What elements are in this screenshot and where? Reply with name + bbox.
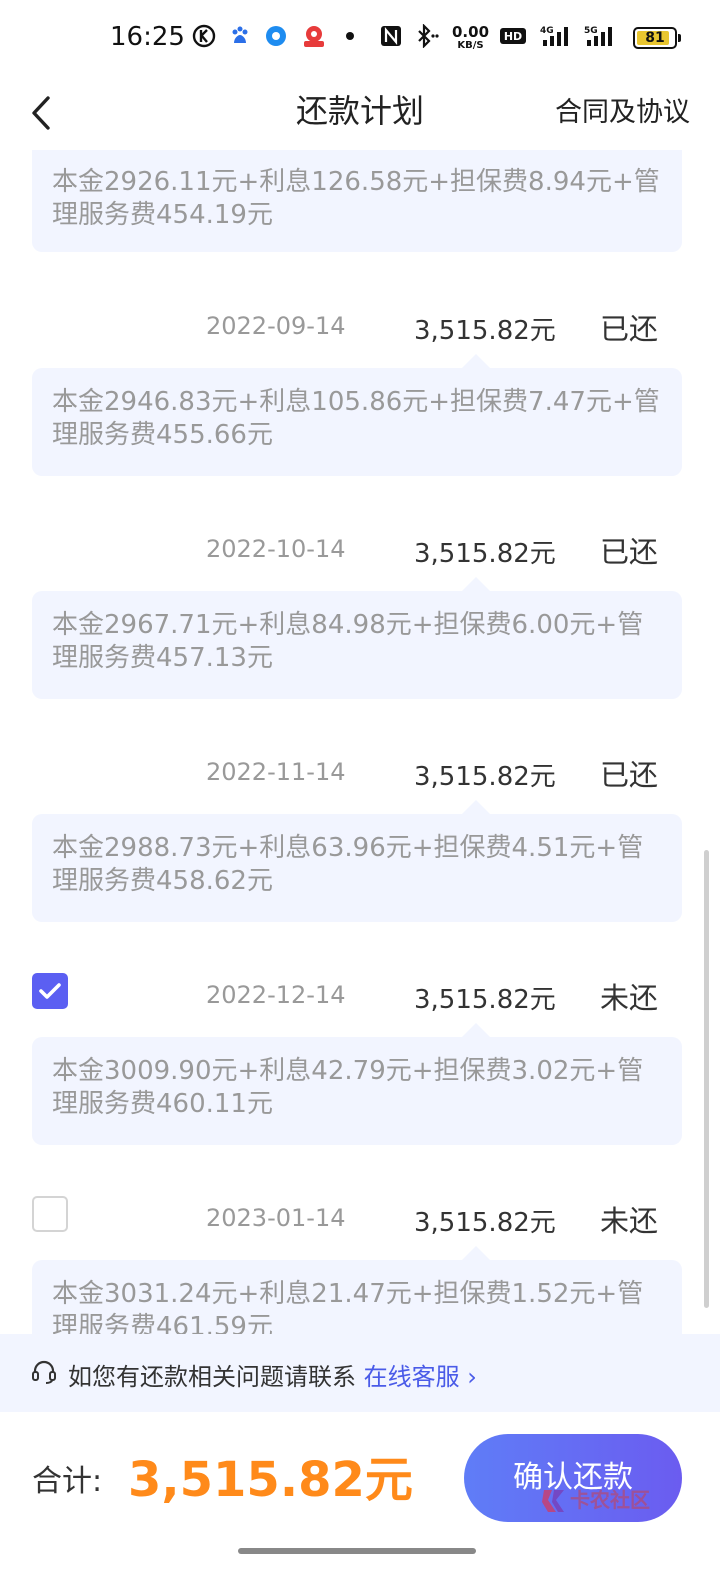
kanong-logo-icon [542, 1490, 564, 1512]
installment-status: 已还 [600, 758, 659, 792]
installment-row[interactable]: 2023-01-14 3,515.82元 未还 [0, 1192, 720, 1252]
chevron-right-icon: › [467, 1363, 477, 1391]
installment-status: 已还 [600, 312, 659, 346]
check-icon [39, 983, 61, 999]
nfc-icon [380, 24, 402, 52]
installment-detail: 本金2988.73元+利息63.96元+担保费4.51元+管理服务费458.62… [32, 814, 682, 922]
installment-detail: 本金2926.11元+利息126.58元+担保费8.94元+管理服务费454.1… [32, 150, 682, 252]
installment-status: 未还 [600, 1204, 659, 1238]
installment-status: 已还 [600, 535, 659, 569]
status-system-icons: 0.00 KB/S HD 4G 5G 81 [380, 23, 682, 52]
installment-checkbox[interactable] [32, 1196, 68, 1232]
installment-detail-text: 本金2946.83元+利息105.86元+担保费7.47元+管理服务费455.6… [52, 387, 660, 450]
installment-date: 2023-01-14 [206, 1204, 346, 1232]
installment-status: 未还 [600, 981, 659, 1015]
installment-date: 2022-12-14 [206, 981, 346, 1009]
installment-detail: 本金3031.24元+利息21.47元+担保费1.52元+管理服务费461.59… [32, 1260, 682, 1334]
status-time: 16:25 [110, 22, 185, 52]
installment-detail-text: 本金3031.24元+利息21.47元+担保费1.52元+管理服务费461.59… [52, 1279, 644, 1334]
installment-detail-text: 本金3009.90元+利息42.79元+担保费3.02元+管理服务费460.11… [52, 1056, 644, 1119]
detail-pointer [462, 354, 490, 368]
installment-date: 2022-09-14 [206, 312, 346, 340]
installment-date: 2022-11-14 [206, 758, 346, 786]
installment-amount: 3,515.82元 [414, 316, 556, 346]
installment-detail-text: 本金2926.11元+利息126.58元+担保费8.94元+管理服务费454.1… [52, 167, 660, 230]
installment-date: 2022-10-14 [206, 535, 346, 563]
help-bar: 如您有还款相关问题请联系 在线客服 › [0, 1334, 720, 1412]
battery-level: 81 [645, 30, 665, 46]
installment-detail-text: 本金2988.73元+利息63.96元+担保费4.51元+管理服务费458.62… [52, 833, 644, 896]
footer-bar: 合计: 3,515.82元 确认还款 卡农社区 [0, 1412, 720, 1584]
headset-icon [30, 1358, 58, 1390]
svg-text:4G: 4G [540, 26, 554, 36]
screen: 16:25 0.00 KB/S HD 4G 5G 81 还款计划 合同及协议 本… [0, 0, 720, 1584]
speed-unit: KB/S [457, 40, 484, 51]
contract-link[interactable]: 合同及协议 [555, 90, 690, 129]
k-icon [192, 24, 216, 52]
status-bar: 16:25 0.00 KB/S HD 4G 5G 81 [0, 0, 720, 80]
help-message: 如您有还款相关问题请联系 在线客服 › [68, 1357, 477, 1392]
installment-detail: 本金2967.71元+利息84.98元+担保费6.00元+管理服务费457.13… [32, 591, 682, 699]
detail-pointer [462, 577, 490, 591]
nav-bar: 还款计划 合同及协议 [0, 80, 720, 150]
signal-4g-icon: 4G [539, 24, 571, 52]
baidu-paw-icon [228, 24, 252, 52]
installment-detail-text: 本金2967.71元+利息84.98元+担保费6.00元+管理服务费457.13… [52, 610, 644, 673]
red-app-icon [300, 24, 328, 52]
installment-row[interactable]: 2022-12-14 3,515.82元 未还 [0, 969, 720, 1029]
scrollbar[interactable] [704, 850, 709, 1308]
home-indicator[interactable] [238, 1548, 476, 1554]
installment-checkbox[interactable] [32, 973, 68, 1009]
installment-amount: 3,515.82元 [414, 762, 556, 792]
watermark-text: 卡农社区 [570, 1488, 650, 1512]
installment-row[interactable]: 2022-11-14 3,515.82元 已还 [0, 746, 720, 806]
battery-icon: 81 [633, 27, 682, 49]
hd-icon: HD [499, 25, 527, 51]
signal-5g-icon: 5G [583, 24, 615, 52]
speed-value: 0.00 [452, 23, 490, 41]
status-app-icons [192, 24, 372, 52]
total-amount: 3,515.82元 [128, 1452, 413, 1508]
installment-row[interactable]: 2022-10-14 3,515.82元 已还 [0, 523, 720, 583]
detail-pointer [462, 1023, 490, 1037]
online-service-label: 在线客服 [363, 1363, 460, 1391]
bluetooth-icon [414, 23, 440, 52]
watermark: 卡农社区 [540, 1484, 660, 1524]
installment-amount: 3,515.82元 [414, 985, 556, 1015]
installment-detail: 本金2946.83元+利息105.86元+担保费7.47元+管理服务费455.6… [32, 368, 682, 476]
installment-row[interactable]: 2022-09-14 3,515.82元 已还 [0, 300, 720, 360]
installment-amount: 3,515.82元 [414, 539, 556, 569]
detail-pointer [462, 800, 490, 814]
svg-text:5G: 5G [584, 26, 598, 36]
online-service-link[interactable]: 在线客服 › [364, 1363, 477, 1391]
installment-detail: 本金3009.90元+利息42.79元+担保费3.02元+管理服务费460.11… [32, 1037, 682, 1145]
repayment-plan-list[interactable]: 本金2926.11元+利息126.58元+担保费8.94元+管理服务费454.1… [0, 150, 720, 1334]
circle-app-icon [264, 24, 288, 52]
network-speed: 0.00 KB/S [452, 23, 490, 52]
svg-text:HD: HD [504, 30, 522, 43]
dot-icon [340, 24, 360, 52]
installment-amount: 3,515.82元 [414, 1208, 556, 1238]
detail-pointer [462, 1246, 490, 1260]
help-text: 如您有还款相关问题请联系 [68, 1363, 356, 1391]
total-label: 合计: [32, 1464, 103, 1499]
